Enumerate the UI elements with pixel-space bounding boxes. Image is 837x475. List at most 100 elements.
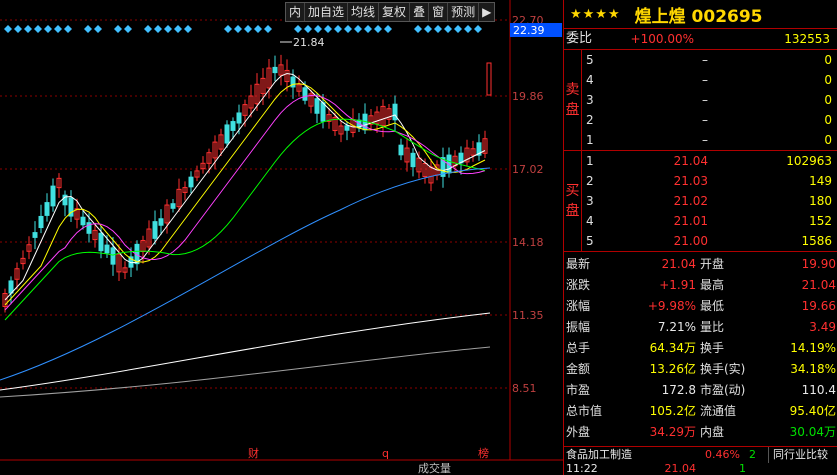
- stock-title[interactable]: 煌上煌 002695: [635, 2, 763, 27]
- candle-body: [98, 232, 104, 252]
- toolbar-forecast-button[interactable]: 预测: [448, 3, 480, 21]
- kline-chart[interactable]: 22.70 19.86 17.02 14.18 11.35 8.51 22.39 21.84 财…: [0, 0, 563, 475]
- signal-diamond-icon: [414, 25, 422, 33]
- long-moving-average-line: [0, 346, 491, 398]
- quote-value: 34.18%: [790, 362, 836, 376]
- weibi-row: 委比 +100.00% 132553: [564, 29, 837, 50]
- sell-level-row[interactable]: 2 – 0: [582, 110, 837, 130]
- signal-diamond-icon: [224, 25, 232, 33]
- quote-value: 64.34万: [649, 341, 696, 355]
- signal-diamond-icon: [34, 25, 42, 33]
- buy-side-char: 盘: [565, 203, 580, 219]
- candle-body: [486, 62, 492, 96]
- quote-row: 外盘 34.29万 内盘 30.04万: [564, 422, 837, 443]
- tick-row: 11:22 21.04 1: [564, 462, 837, 475]
- signal-diamond-icon: [84, 25, 92, 33]
- toolbar-window-button[interactable]: 窗: [429, 3, 449, 21]
- tick-price: 21.04: [664, 462, 697, 475]
- candle-body: [302, 87, 308, 101]
- kline-svg[interactable]: 22.7019.8617.0214.1811.358.5122.3921.84财…: [0, 0, 563, 475]
- level-volume: 1586: [801, 234, 832, 248]
- quote-value: 13.26亿: [649, 362, 696, 376]
- candle-body: [236, 112, 242, 124]
- toolbar-add-watchlist-button[interactable]: 加自选: [305, 3, 349, 21]
- buy-level-row[interactable]: 2 21.03 149: [582, 171, 837, 191]
- candle-body: [50, 185, 56, 207]
- level-price: –: [702, 53, 708, 67]
- signal-diamond-icon: [374, 25, 382, 33]
- industry-pct: 0.46%: [705, 448, 740, 461]
- candle-body: [398, 144, 404, 156]
- industry-rank: 2: [749, 448, 756, 461]
- buy-level-row[interactable]: 4 21.01 152: [582, 211, 837, 231]
- level-price: –: [702, 73, 708, 87]
- industry-name[interactable]: 食品加工制造: [564, 447, 670, 463]
- buy-level-row[interactable]: 1 21.04 102963: [582, 151, 837, 171]
- candle-body: [152, 221, 158, 239]
- candle-body: [188, 176, 194, 188]
- level-num: 1: [586, 133, 594, 147]
- level-num: 2: [586, 113, 594, 127]
- signal-diamond-icon: [44, 25, 52, 33]
- candle-body: [344, 125, 350, 131]
- signal-diamond-icon: [314, 25, 322, 33]
- tick-extra: 1: [739, 462, 746, 475]
- level-price: 21.00: [673, 234, 708, 248]
- quote-label: 市盈: [566, 383, 591, 397]
- weibi-label: 委比: [566, 31, 593, 46]
- sell-book: 卖 盘 5 – 0 4 – 0 3 – 0 2 – 0 1 – 0: [564, 50, 837, 151]
- candle-body: [320, 102, 326, 122]
- quote-value: 19.90: [801, 257, 836, 271]
- quote-label: 内盘: [700, 425, 725, 439]
- quote-row: 涨幅 +9.98% 最低 19.66: [564, 296, 837, 317]
- sell-side-label: 卖 盘: [564, 50, 582, 150]
- sell-level-row[interactable]: 3 – 0: [582, 90, 837, 110]
- buy-level-row[interactable]: 3 21.02 180: [582, 191, 837, 211]
- signal-diamond-icon: [234, 25, 242, 33]
- quote-label: 总市值: [566, 404, 603, 418]
- quote-table: 最新 21.04 开盘 19.90 涨跌 +1.91 最高 21.04 涨幅 +9.98% 最低 19…: [564, 252, 837, 443]
- price-axis-label: 8.51: [512, 382, 537, 395]
- quote-value: 34.29万: [649, 425, 696, 439]
- signal-diamond-icon: [424, 25, 432, 33]
- level-num: 4: [586, 214, 594, 228]
- sell-level-row[interactable]: 4 – 0: [582, 70, 837, 90]
- signal-diamond-icon: [334, 25, 342, 33]
- signal-diamond-icon: [114, 25, 122, 33]
- quote-row: 总市值 105.2亿 流通值 95.40亿: [564, 401, 837, 422]
- quote-value: 105.2亿: [649, 404, 696, 418]
- level-price: –: [702, 133, 708, 147]
- toolbar-ma-button[interactable]: 均线: [348, 3, 380, 21]
- candle-body: [38, 215, 44, 229]
- current-price-tag: 22.39: [513, 24, 545, 37]
- level-num: 2: [586, 174, 594, 188]
- signal-diamond-icon: [64, 25, 72, 33]
- quote-row: 最新 21.04 开盘 19.90: [564, 254, 837, 275]
- signal-diamond-icon: [24, 25, 32, 33]
- level-volume: 0: [824, 73, 832, 87]
- sell-level-row[interactable]: 1 – 0: [582, 130, 837, 150]
- quote-row: 涨跌 +1.91 最高 21.04: [564, 275, 837, 296]
- quote-value: 3.49: [809, 320, 836, 334]
- signal-diamond-icon: [54, 25, 62, 33]
- quote-label: 涨跌: [566, 278, 591, 292]
- sell-level-row[interactable]: 5 – 0: [582, 50, 837, 70]
- toolbar-adjust-button[interactable]: 复权: [379, 3, 411, 21]
- quote-label: 最低: [700, 299, 725, 313]
- industry-bar[interactable]: 食品加工制造 0.46% 2 同行业比较: [564, 446, 837, 463]
- candle-body: [158, 218, 164, 226]
- candle-body: [230, 121, 236, 131]
- level-num: 4: [586, 73, 594, 87]
- level-price: 21.01: [673, 214, 708, 228]
- industry-compare-button[interactable]: 同行业比较: [768, 447, 828, 463]
- toolbar-overlay-button[interactable]: 叠: [410, 3, 430, 21]
- signal-diamond-icon: [324, 25, 332, 33]
- signal-diamond-icon: [144, 25, 152, 33]
- sell-side-char: 卖: [565, 82, 580, 98]
- quote-label: 开盘: [700, 257, 725, 271]
- level-volume: 0: [824, 113, 832, 127]
- buy-level-row[interactable]: 5 21.00 1586: [582, 231, 837, 251]
- toolbar-inner-button[interactable]: 内: [286, 3, 306, 21]
- candle-body: [110, 247, 116, 265]
- toolbar-play-button[interactable]: ▶: [479, 3, 494, 21]
